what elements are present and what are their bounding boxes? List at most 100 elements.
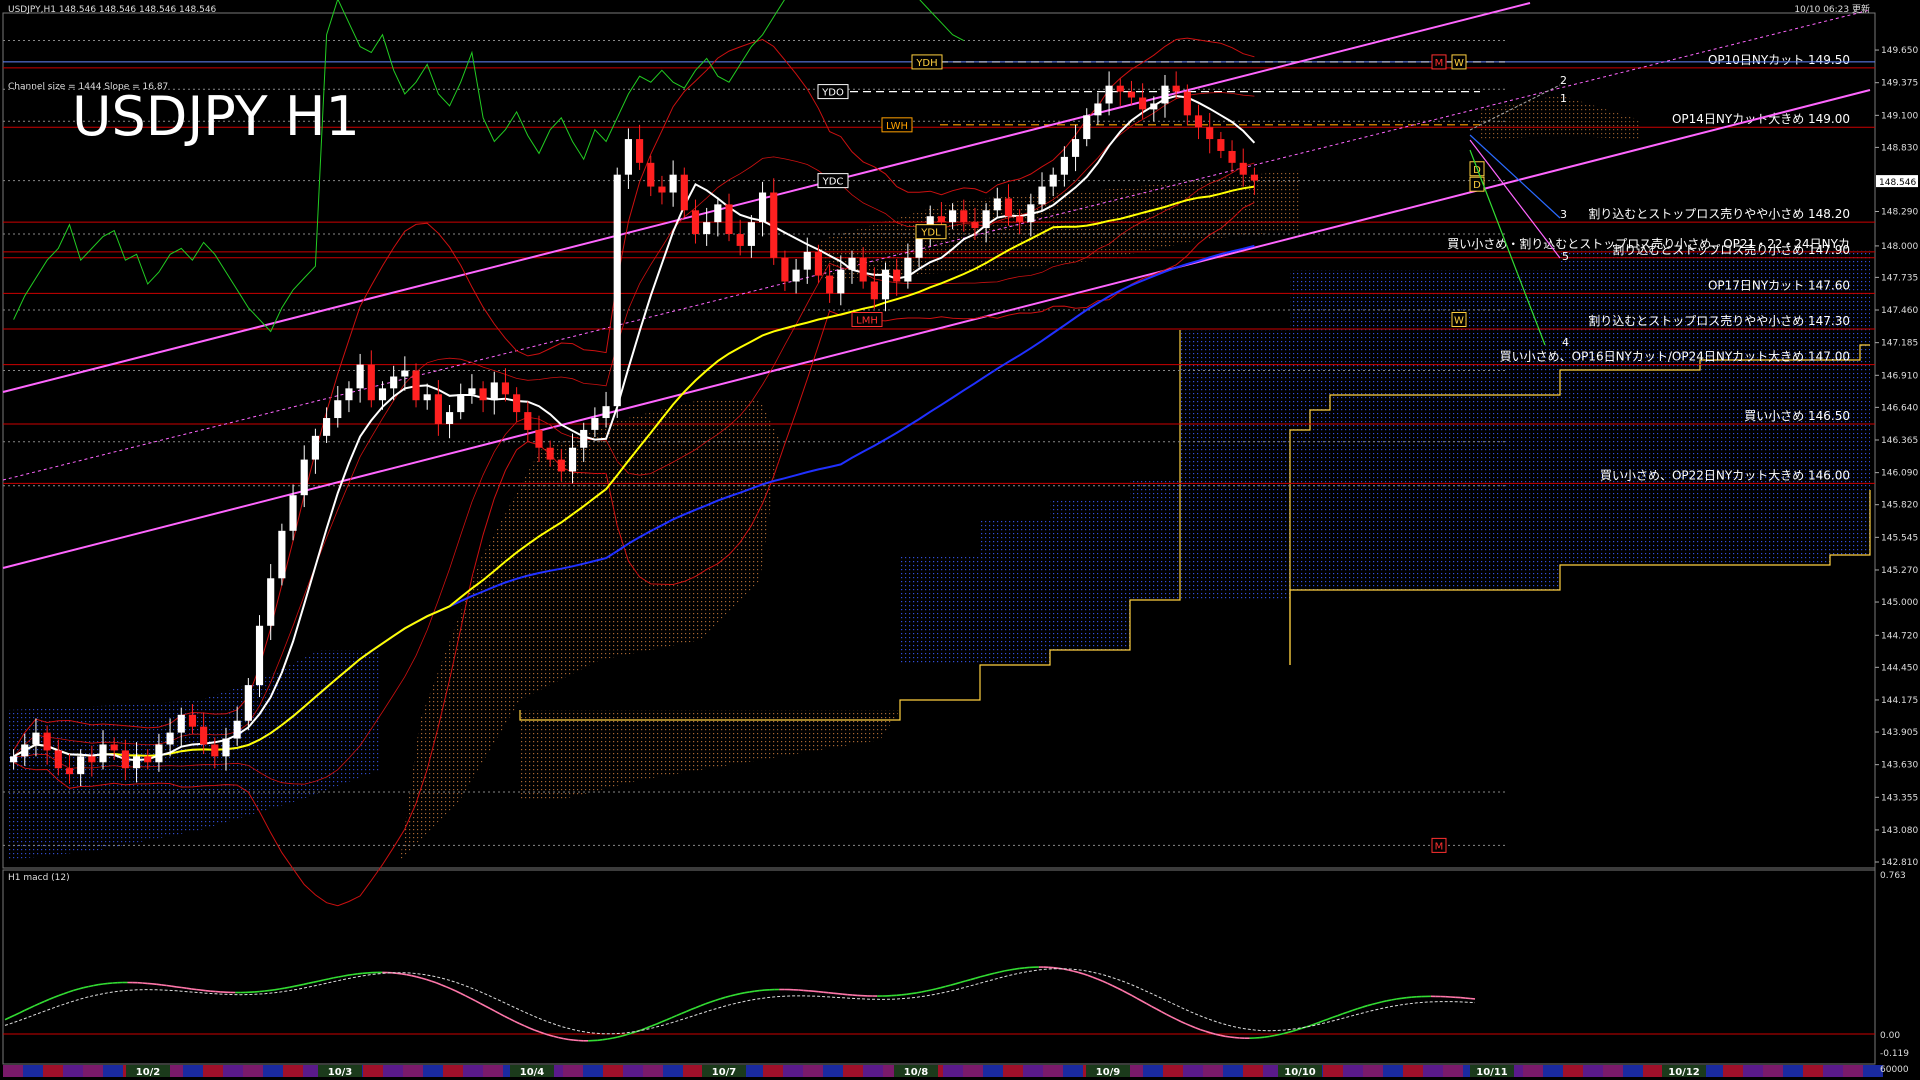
macd-segment xyxy=(1014,967,1020,970)
x-tick-label: 10/4 xyxy=(520,1067,545,1078)
candle-body xyxy=(881,269,890,300)
candle-body xyxy=(88,756,96,763)
macd-segment xyxy=(396,972,402,975)
macd-segment xyxy=(1224,1035,1231,1038)
level-label: 買い小さめ、OP22日NYカット大きめ 146.00 xyxy=(1600,468,1850,482)
macd-segment xyxy=(1024,966,1030,969)
time-segment xyxy=(1243,1065,1263,1077)
candle-body xyxy=(602,406,610,419)
x-tick-label: 10/11 xyxy=(1476,1067,1508,1078)
macd-segment xyxy=(200,989,206,992)
candle-body xyxy=(77,756,85,775)
macd-segment xyxy=(558,1036,564,1040)
y-tick-label: 144.450 xyxy=(1881,663,1918,673)
time-segment xyxy=(1143,1065,1163,1077)
time-segment xyxy=(243,1065,263,1077)
macd-segment xyxy=(1068,969,1074,972)
candle-body xyxy=(1083,115,1091,140)
macd-segment xyxy=(156,983,162,986)
candle-body xyxy=(434,394,442,424)
candle-body xyxy=(43,732,51,751)
candle-body xyxy=(401,370,409,377)
macd-label: H1 macd (12) xyxy=(8,873,70,883)
candle-body xyxy=(949,210,957,223)
usdjpy-h1-chart[interactable]: OP10日NYカット 149.50 OP14日NYカット大きめ 149.00 割り込… xyxy=(0,0,1920,1080)
candle-body xyxy=(412,370,420,401)
macd-segment xyxy=(411,974,417,978)
y-tick-label: 149.375 xyxy=(1881,79,1918,89)
time-segment xyxy=(1363,1065,1383,1077)
macd-segment xyxy=(1278,1032,1285,1036)
candle-body xyxy=(479,388,487,401)
candle-body xyxy=(591,418,599,430)
level-label: OP10日NYカット 149.50 xyxy=(1708,53,1850,67)
candle-body xyxy=(1049,174,1057,187)
macd-segment xyxy=(1009,968,1015,971)
candle-body xyxy=(188,714,197,727)
candle-body xyxy=(1038,186,1046,205)
candle-body xyxy=(848,257,856,270)
macd-segment xyxy=(88,984,94,988)
macd-segment xyxy=(93,983,99,987)
time-segment xyxy=(1023,1065,1043,1077)
macd-segment xyxy=(308,981,314,984)
macd-segment xyxy=(328,977,334,980)
macd-segment xyxy=(1019,967,1025,970)
macd-segment xyxy=(259,990,265,993)
candle-body xyxy=(613,174,621,407)
macd-segment xyxy=(749,990,755,993)
macd-segment xyxy=(999,970,1005,973)
candle-body xyxy=(501,382,510,395)
macd-segment xyxy=(102,982,108,985)
macd-segment xyxy=(994,971,1000,974)
candle-body xyxy=(714,204,722,223)
marker-label: W xyxy=(1454,316,1464,327)
candle-body xyxy=(1094,103,1102,116)
macd-segment xyxy=(269,989,275,992)
macd-segment xyxy=(289,985,295,989)
macd-segment xyxy=(906,992,912,996)
macd-segment xyxy=(1396,997,1402,1000)
macd-segment xyxy=(342,974,349,977)
macd-segment xyxy=(338,975,344,978)
candle-body xyxy=(557,459,565,472)
candle-body xyxy=(859,257,867,282)
candle-body xyxy=(10,756,18,763)
macd-segment xyxy=(279,987,285,990)
macd-segment xyxy=(1401,996,1407,1000)
candle-body xyxy=(1116,85,1124,92)
time-segment xyxy=(603,1065,623,1077)
time-segment xyxy=(823,1065,843,1077)
candle-body xyxy=(1139,97,1147,110)
y-tick-label: 145.820 xyxy=(1881,501,1918,511)
candle-body xyxy=(345,388,353,401)
candle-body xyxy=(99,744,107,763)
macd-segment xyxy=(597,1038,603,1042)
macd-segment xyxy=(191,988,197,991)
macd-segment xyxy=(352,973,358,976)
time-segment xyxy=(763,1065,783,1077)
candle-body xyxy=(647,162,655,187)
time-segment xyxy=(43,1065,63,1077)
macd-segment xyxy=(298,983,305,987)
level-label: OP17日NYカット 147.60 xyxy=(1708,278,1850,292)
macd-segment xyxy=(303,982,309,986)
candle-body xyxy=(1250,174,1258,181)
time-segment xyxy=(1523,1065,1543,1077)
candle-body xyxy=(758,192,767,223)
time-segment xyxy=(663,1065,683,1077)
x-tick-label: 10/2 xyxy=(136,1067,161,1078)
time-segment xyxy=(1643,1065,1663,1077)
y-tick-label: 146.910 xyxy=(1881,371,1918,381)
x-tick-label: 10/9 xyxy=(1096,1067,1121,1078)
candle-body xyxy=(1194,115,1203,128)
candle-body xyxy=(837,269,845,294)
macd-segment xyxy=(896,994,902,997)
candle-body xyxy=(513,394,521,413)
candle-body xyxy=(445,412,454,424)
time-segment xyxy=(1043,1065,1063,1077)
candle-body xyxy=(21,744,29,757)
marker-label: M xyxy=(1435,58,1444,69)
macd-scale-zero: 0.00 xyxy=(1880,1031,1900,1041)
time-segment xyxy=(63,1065,83,1077)
